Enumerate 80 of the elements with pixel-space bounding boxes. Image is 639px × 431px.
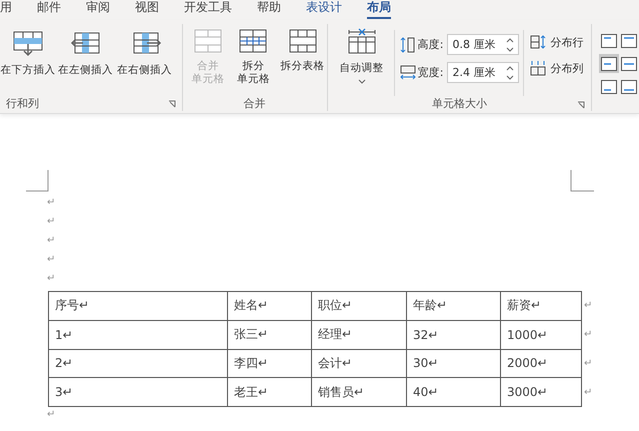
margin-corner-mark [570,170,594,192]
height-field[interactable]: 0.8 厘米 [447,34,520,55]
table-cell: 薪资↵ [507,298,542,312]
ribbon-tab[interactable]: 用 [0,0,12,17]
table-cell: 年龄↵ [413,298,448,312]
alignment-button[interactable] [599,77,619,96]
row-end-mark: ↵ [584,299,592,313]
ribbon-tab[interactable]: 审阅 [86,0,110,17]
table-cell: 序号↵ [55,298,90,312]
group-label: 合并 [244,96,266,110]
paragraph-mark: ↵ [47,234,56,248]
dialog-launcher-icon[interactable] [168,100,176,108]
margin-corner-mark [26,170,50,192]
split-cells-icon [238,28,268,54]
table-cell: 1↵ [55,328,73,342]
table-cell: 经理↵ [318,327,352,342]
table-cell: 30↵ [413,356,438,370]
table-cell: 张三↵ [234,327,268,342]
table-cell: 销售员↵ [318,384,364,399]
ribbon-tab[interactable]: 视图 [135,0,159,17]
align-icon [621,80,637,94]
table-cell: 职位↵ [318,298,352,312]
align-icon [601,80,617,94]
alignment-button[interactable] [619,31,639,50]
width-label: 宽度: [418,65,444,80]
distribute-columns-icon [530,60,546,76]
table-cell: 李四↵ [234,356,268,370]
ribbon-button[interactable]: 分布列 [530,60,584,76]
merge-cells-icon [192,28,223,54]
table-cell: 1000↵ [507,328,548,342]
ribbon-button[interactable]: 分布行 [530,34,584,50]
ribbon-tab[interactable]: 表设计 [306,0,342,17]
alignment-button[interactable] [619,54,639,73]
table-cell: 3↵ [55,385,73,400]
row-height-icon [398,36,417,54]
group-label: 单元格大小 [432,96,487,111]
alignment-button[interactable] [599,54,619,73]
ribbon-button[interactable]: 在左侧插入 [56,28,115,79]
spin-arrows-icon[interactable] [506,66,514,80]
ribbon-button[interactable]: 拆分 单元格 [233,26,274,88]
table-cell: 姓名↵ [234,298,268,312]
table-cell: 40↵ [413,385,438,400]
spin-arrows-icon[interactable] [506,38,514,52]
ribbon-tab[interactable]: 邮件 [37,0,61,17]
distribute-rows-icon [530,34,546,50]
ribbon-tab[interactable]: 开发工具 [184,0,232,17]
row-end-mark: ↵ [584,386,592,400]
row-end-mark: ↵ [584,357,592,371]
table-cell: 3000↵ [507,385,548,400]
paragraph-mark: ↵ [47,196,56,210]
ribbon-button[interactable]: 拆分表格 [278,26,327,75]
table-cell: 32↵ [413,328,438,342]
table-cell: 老王↵ [234,384,268,399]
alignment-button[interactable] [619,77,639,96]
column-width-icon [398,64,417,82]
align-icon [601,56,617,70]
autofit-button[interactable]: 自动调整 [334,26,390,86]
row-end-mark: ↵ [584,328,592,342]
paragraph-mark: ↵ [47,215,56,229]
split-table-icon [288,28,318,54]
ribbon-button[interactable]: 在下方插入 [0,28,56,79]
paragraph-mark: ↵ [47,253,56,267]
ribbon-button[interactable]: 在右侧插入 [115,28,174,79]
width-field[interactable]: 2.4 厘米 [447,62,520,83]
group-label: 行和列 [6,96,39,110]
dialog-launcher-icon[interactable] [577,101,585,109]
caret-icon [358,79,366,84]
table-cell: 2000↵ [507,356,548,370]
insert-below-icon [11,30,45,58]
height-label: 高度: [418,37,444,52]
table-cell: 2↵ [55,356,73,370]
table-cell: 会计↵ [318,356,352,370]
ribbon-tab[interactable]: 帮助 [257,0,281,17]
autofit-icon [346,28,377,54]
alignment-button[interactable] [599,31,619,50]
paragraph-mark: ↵ [47,408,56,422]
align-icon [601,34,617,48]
paragraph-mark: ↵ [47,272,56,286]
align-icon [621,56,637,70]
align-icon [621,34,637,48]
